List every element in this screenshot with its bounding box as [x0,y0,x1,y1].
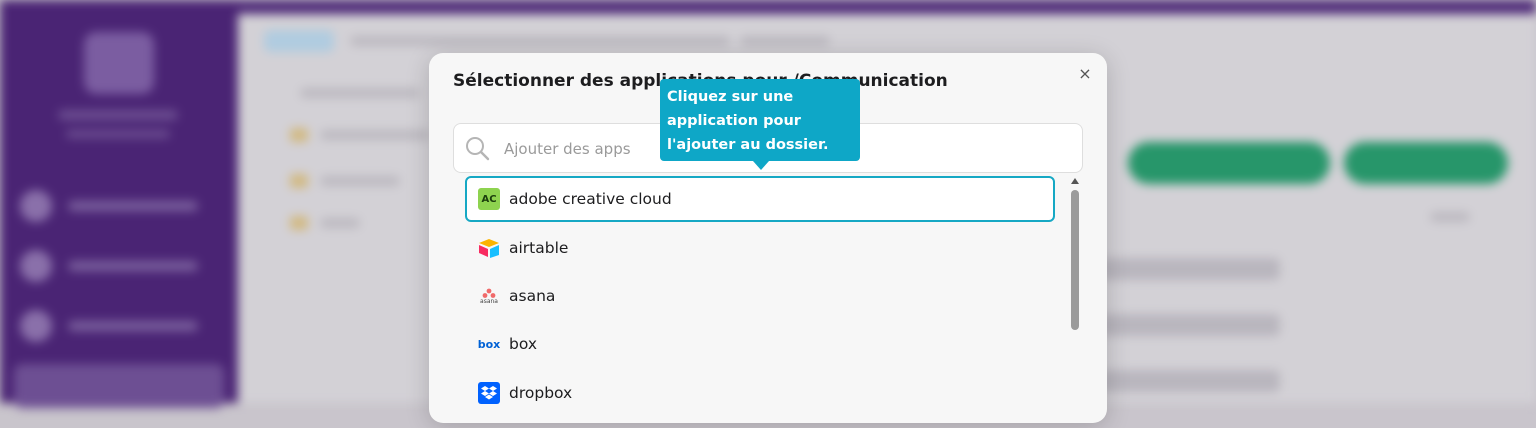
app-list: AC adobe creative cloud airtable asana a… [465,176,1057,426]
tooltip-arrow [753,161,769,170]
app-list-scrollbar[interactable] [1069,178,1081,428]
app-item-asana[interactable]: asana asana [465,273,1055,319]
background-nav-item [16,246,216,286]
app-label: box [509,335,538,353]
background-nav-item-active [14,364,224,408]
tooltip-line: Cliquez sur une [667,89,794,105]
app-item-box[interactable]: box box [465,321,1055,367]
background-nav-item [16,186,216,226]
app-item-adobe-creative-cloud[interactable]: AC adobe creative cloud [465,176,1055,222]
search-icon [466,137,490,161]
app-label: dropbox [509,384,573,402]
app-item-airtable[interactable]: airtable [465,225,1055,271]
box-icon: box [477,337,501,351]
close-button[interactable]: × [1075,64,1095,84]
app-label: airtable [509,239,569,257]
background-nav-item [16,306,216,346]
app-label: asana [509,287,556,305]
airtable-icon [477,236,501,260]
background-logo [84,32,154,94]
app-label: adobe creative cloud [509,190,672,208]
tooltip-line: l'ajouter au dossier. [667,137,829,153]
app-item-dropbox[interactable]: dropbox [465,370,1055,416]
help-tooltip: Cliquez sur une application pour l'ajout… [660,79,860,161]
adobe-creative-cloud-icon: AC [477,187,501,211]
scroll-thumb[interactable] [1071,190,1079,330]
scroll-up-arrow-icon[interactable] [1071,178,1079,184]
asana-icon: asana [477,284,501,308]
tooltip-line: application pour [667,113,801,129]
dropbox-icon [477,381,501,405]
